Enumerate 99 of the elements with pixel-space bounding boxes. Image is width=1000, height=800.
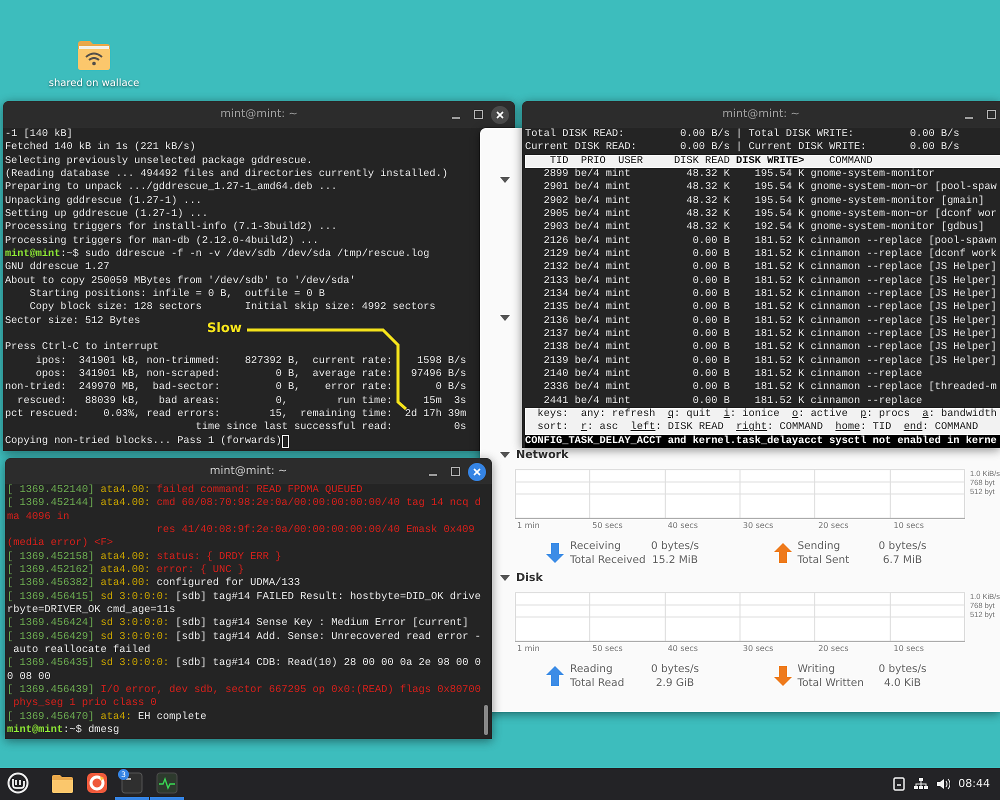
terminal-line: Selecting previously unselected package gddrescue.	[5, 154, 313, 168]
terminal-line: 2133 be/4 mint 0.00 B 181.52 K cinnamon --replace [JS Helper]	[542, 274, 997, 288]
terminal-line: [ 1369.456424] sd 3:0:0:0: [sdb] tag#14 Sense Key : Medium Error [current]	[7, 617, 468, 631]
terminal-line: (media error) <F>	[7, 537, 114, 551]
terminal-line: phys_seg 1 prio class 0	[12, 697, 157, 711]
axis-label: 1 min	[517, 644, 540, 653]
total-value: 4.0 KiB	[884, 676, 921, 690]
terminal-line: non-tried: 249970 MB, bad-sector: 0 B, error rate: 0 B/s	[5, 381, 466, 395]
axis-label: 40 secs	[668, 644, 698, 653]
callout-label: Slow	[207, 320, 242, 338]
section-heading: Network	[516, 446, 568, 463]
terminal-line: opos: 341901 kB, non-scraped: 0 B, average rate: 97496 B/s	[34, 368, 466, 382]
axis-label: 30 secs	[742, 521, 774, 530]
terminal-line: 2137 be/4 mint 0.00 B 181.52 K cinnamon --replace [JS Helper]	[542, 328, 997, 342]
terminal-line: 2899 be/4 mint 48.32 K 195.54 K gnome-system-monitor	[542, 168, 935, 182]
axis-label: 30 secs	[742, 644, 774, 653]
terminal-line: [ 1369.456415] sd 3:0:0:0: [sdb] tag#14 FAILED Result: hostbyte=DID_OK drive	[7, 590, 481, 604]
rate-value: 0 bytes/s	[878, 539, 926, 553]
terminal-line: Copy block size: 128 sectors Initial skip size: 4992 sectors	[28, 301, 436, 315]
terminal-line: rescued: 88039 kB, bad areas: 0, run time: 15m 3s	[16, 394, 466, 408]
clock[interactable]: 08:44	[958, 776, 990, 792]
legend-label: Writing	[798, 662, 836, 676]
terminal-line: [ 1369.456435] sd 3:0:0:0: [sdb] tag#14 CDB: Read(10) 28 00 00 0a 2e 98 00 0	[7, 657, 481, 671]
terminal-line: 2901 be/4 mint 48.32 K 195.54 K gnome-system-mon~or [pool-spaw	[542, 181, 997, 195]
terminal-line: mint@mint:~$ sudo ddrescue -f -n -v /dev/sdb /dev/sda /tmp/rescue.log	[5, 248, 430, 262]
rate-value: 0 bytes/s	[878, 662, 926, 676]
legend-label: Total Sent	[798, 553, 850, 567]
terminal-line: 0 08 00	[7, 670, 51, 684]
terminal-line: [ 1369.456439] I/O error, dev sdb, sector 667295 op 0x0:(READ) flags 0x80700	[7, 684, 481, 698]
terminal-line: -1 [140 kB]	[5, 128, 73, 142]
axis-label: 40 secs	[668, 521, 698, 530]
axis-label: 20 secs	[818, 644, 849, 653]
axis-label: 50 secs	[592, 521, 623, 530]
terminal-line: 2139 be/4 mint 0.00 B 181.52 K cinnamon --replace [JS Helper]	[542, 354, 997, 368]
terminal-line: 2140 be/4 mint 0.00 B 181.52 K cinnamon --replace	[542, 368, 922, 382]
terminal-line: [ 1369.456470] ata4: EH complete	[7, 710, 207, 724]
terminal-line: [ 1369.456382] ata4.00: configured for UDMA/133	[7, 577, 300, 591]
terminal-line: pct rescued: 0.03%, read errors: 15, remaining time: 2d 17h 39m	[5, 408, 466, 422]
terminal-line: [ 1369.452140] ata4.00: failed command: READ FPDMA QUEUED	[7, 484, 362, 498]
terminal-line: 2336 be/4 mint 0.00 B 181.52 K cinnamon --replace [threaded-m	[542, 381, 997, 395]
terminal-line: Starting positions: infile = 0 B, outfile = 0 B	[28, 288, 325, 302]
legend-label: Sending	[798, 539, 842, 553]
terminal-line: rbyte=DRIVER_OK cmd_age=11s	[7, 604, 176, 618]
terminal-line: res 41/40:08:9f:2e:0a/00:00:00:00:00/40 Emask 0x409	[156, 524, 475, 538]
terminal-line: Press Ctrl-C to interrupt	[5, 341, 159, 355]
terminal-line: Sector size: 512 Bytes	[5, 314, 140, 328]
axis-label: 20 secs	[818, 521, 849, 530]
legend-label: Total Read	[570, 676, 626, 690]
legend-label: Reading	[570, 662, 614, 676]
terminal-line: About to copy 250059 MBytes from '/dev/sdb' to '/dev/sda'	[5, 274, 356, 288]
terminal-line: time since last successful read: 0s	[194, 421, 466, 435]
column-header: TID PRIO USER DISK READ DISK WRITE> COMMAND	[525, 154, 1000, 168]
total-value: 2.9 GiB	[656, 676, 694, 690]
legend-label: Receiving	[570, 539, 622, 553]
terminal-line: mint@mint:~$ dmesg	[7, 724, 120, 738]
terminal-line: Processing triggers for man-db (2.12.0-4build2) ...	[5, 234, 319, 248]
terminal-line: Unpacking gddrescue (1.27-1) ...	[5, 194, 202, 208]
terminal-line: 2441 be/4 mint 0.00 B 181.52 K cinnamon --replace	[542, 394, 922, 408]
terminal-line: 2902 be/4 mint 48.32 K 195.54 K gnome-system-monitor [gmain]	[542, 194, 984, 208]
rate-value: 0 bytes/s	[651, 539, 699, 553]
terminal-line: ipos: 341901 kB, non-trimmed: 827392 B, current rate: 1598 B/s	[34, 354, 466, 368]
terminal-line: Current DISK READ: 0.00 B/s | Current DISK WRITE: 0.00 B/s	[525, 141, 960, 155]
terminal-line: 2136 be/4 mint 0.00 B 181.52 K cinnamon --replace [JS Helper]	[542, 314, 997, 328]
terminal-line: [ 1369.456429] sd 3:0:0:0: [sdb] tag#14 Add. Sense: Unrecovered read error -	[7, 630, 481, 644]
axis-label: 1 min	[517, 521, 540, 530]
total-value: 15.2 MiB	[652, 553, 698, 567]
terminal-line: 2134 be/4 mint 0.00 B 181.52 K cinnamon --replace [JS Helper]	[542, 288, 997, 302]
terminal-line: ma 4096 in	[7, 510, 70, 524]
window-title: mint@mint: ~	[722, 106, 800, 122]
total-value: 6.7 MiB	[882, 553, 922, 567]
terminal-line: Total DISK READ: 0.00 B/s | Total DISK WRITE: 0.00 B/s	[525, 128, 960, 142]
terminal-line: 2903 be/4 mint 48.32 K 192.54 K gnome-system-monitor [gdbus]	[542, 221, 984, 235]
terminal-line: Processing triggers for install-info (7.1-3build2) ...	[5, 221, 338, 235]
axis-label: 10 secs	[893, 644, 924, 653]
terminal-line: (Reading database ... 494492 files and directories currently installed.)	[5, 168, 448, 182]
terminal-line: 2129 be/4 mint 0.00 B 181.52 K cinnamon --replace [dconf work	[542, 248, 997, 262]
terminal-line: [ 1369.452144] ata4.00: cmd 60/08:70:98:2e:0a/00:00:00:00:00/40 tag 14 ncq d	[7, 497, 481, 511]
terminal-line: 2126 be/4 mint 0.00 B 181.52 K cinnamon --replace [pool-spawn	[542, 234, 997, 248]
axis-label: 50 secs	[592, 644, 623, 653]
section-heading: Disk	[516, 570, 543, 586]
terminal-line: 2905 be/4 mint 48.32 K 195.54 K gnome-system-mon~or [dconf wor	[542, 208, 997, 222]
terminal-line: [ 1369.452158] ata4.00: status: { DRDY ERR }	[7, 550, 282, 564]
terminal-line: Setting up gddrescue (1.27-1) ...	[5, 208, 208, 222]
window-title: mint@mint: ~	[220, 106, 298, 122]
legend-label: Total Written	[798, 676, 865, 690]
rate-value: 0 bytes/s	[651, 662, 699, 676]
terminal-line: Preparing to unpack .../gddrescue_1.27-1_amd64.deb ...	[5, 181, 338, 195]
terminal-line: auto reallocate failed	[12, 644, 150, 658]
legend-label: Total Received	[570, 553, 647, 567]
window-title: mint@mint: ~	[210, 462, 288, 479]
axis-label: 10 secs	[893, 521, 924, 530]
terminal-line: GNU ddrescue 1.27	[5, 261, 110, 275]
terminal-line: Fetched 140 kB in 1s (221 kB/s)	[5, 141, 196, 155]
terminal-line: Copying non-tried blocks... Pass 1 (forwards)	[5, 434, 282, 448]
terminal-line: [ 1369.452162] ata4.00: error: { UNC }	[7, 564, 244, 578]
terminal-line: 2132 be/4 mint 0.00 B 181.52 K cinnamon --replace [JS Helper]	[542, 261, 997, 275]
terminal-line: 2138 be/4 mint 0.00 B 181.52 K cinnamon --replace [JS Helper]	[542, 341, 997, 355]
terminal-line: 2135 be/4 mint 0.00 B 181.52 K cinnamon --replace [JS Helper]	[542, 301, 997, 315]
icon-label: shared on wallace	[48, 77, 140, 91]
